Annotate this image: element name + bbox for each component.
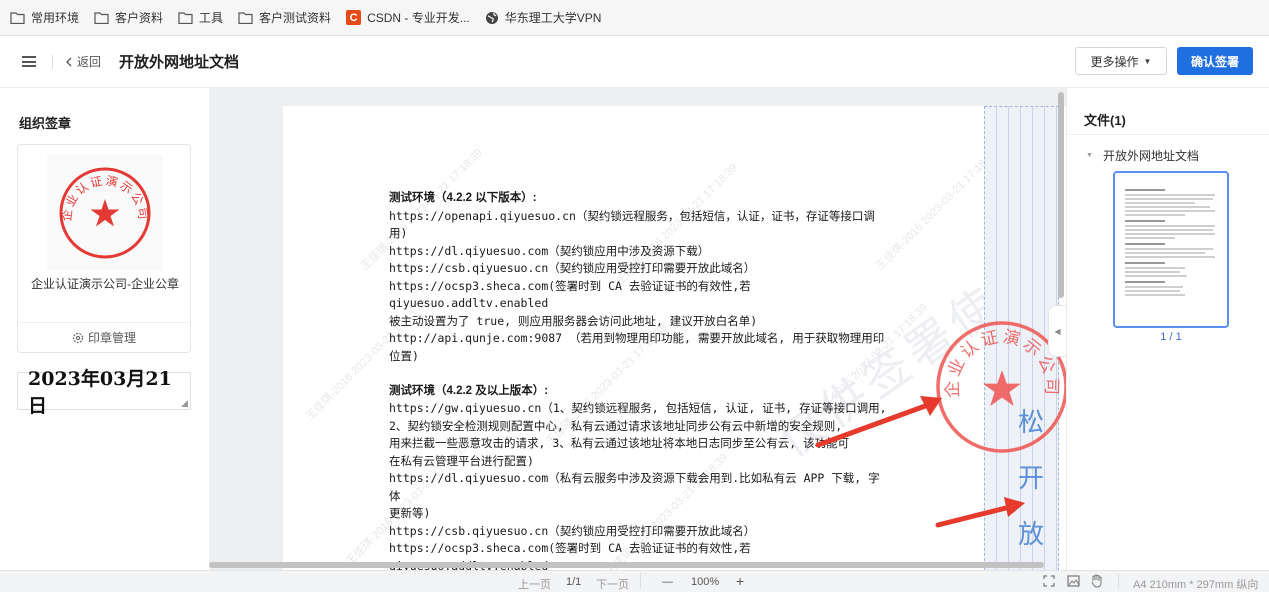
zoom-out-button[interactable]: — xyxy=(662,576,673,588)
seal-manage-label: 印章管理 xyxy=(87,331,136,345)
text-line: 2、契约锁安全检测规则配置中心, 私有云通过请求该地址同步公有云中新增的安全规则… xyxy=(389,418,843,433)
bookmark-label: 常用环境 xyxy=(31,11,80,25)
document-text: 测试环境（4.2.2 以下版本）: https://openapi.qiyuesu… xyxy=(389,190,889,570)
back-label: 返回 xyxy=(77,55,102,69)
text-line: 位置) xyxy=(389,348,419,363)
more-actions-button[interactable]: 更多操作 ▼ xyxy=(1075,47,1167,75)
page-size-label: A4 210mm * 297mm 纵向 xyxy=(1133,579,1259,591)
app-header: 返回 开放外网地址文档 更多操作 ▼ 确认签署 xyxy=(0,36,1269,88)
footer-divider xyxy=(1118,574,1119,588)
page-indicator: 1/1 xyxy=(566,576,582,588)
bookmark-label: 客户资料 xyxy=(115,11,164,25)
hand-icon[interactable] xyxy=(1090,574,1103,588)
section-heading: 测试环境（4.2.2 以下版本）: xyxy=(389,192,537,204)
more-actions-label: 更多操作 xyxy=(1090,54,1139,69)
zoom-level: 100% xyxy=(691,576,720,588)
seal-panel: 组织签章 企业认证演示公司 企业认证演示公司-企业公章 印章管理 2023年03… xyxy=(0,88,209,570)
text-line: https://csb.qiyuesuo.cn（契约锁应用受控打印需要开放此域名… xyxy=(389,523,756,538)
company-seal-icon: 企业认证演示公司 xyxy=(58,167,151,259)
file-name: 开放外网地址文档 xyxy=(1102,149,1199,163)
back-button[interactable]: 返回 xyxy=(65,53,101,70)
bookmark-item[interactable]: 客户测试资料 xyxy=(238,9,331,26)
collapse-right-panel-button[interactable]: ◀ xyxy=(1048,305,1066,357)
fullscreen-icon[interactable] xyxy=(1043,575,1055,587)
bookmark-item[interactable]: 客户资料 xyxy=(94,9,163,26)
caret-down-icon: ▼ xyxy=(1086,152,1093,159)
text-line: http://api.qunje.com:9087 （若用到物理用印功能, 需要… xyxy=(389,331,885,345)
image-icon[interactable] xyxy=(1067,575,1080,587)
seal-card[interactable]: 企业认证演示公司 企业认证演示公司-企业公章 印章管理 xyxy=(17,144,191,353)
riding-seal-char: 放 xyxy=(1018,520,1045,550)
file-item[interactable]: ▼ 开放外网地址文档 xyxy=(1086,147,1199,164)
section-heading: 测试环境（4.2.2 及以上版本）: xyxy=(389,384,549,397)
text-line: 用来拦截一些恶意攻击的请求, 3、私有云通过该地址将本地日志同步至公有云, 该功… xyxy=(389,436,850,450)
page-label: 1 / 1 xyxy=(1160,331,1182,343)
bookmark-item[interactable]: 工具 xyxy=(178,9,223,26)
riding-seal-char: 松 xyxy=(1018,408,1045,438)
confirm-sign-button[interactable]: 确认签署 xyxy=(1177,47,1253,75)
zoom-in-button[interactable]: + xyxy=(736,573,744,589)
bookmark-label: 工具 xyxy=(199,11,224,25)
horizontal-scrollbar[interactable] xyxy=(209,562,1044,568)
text-line: 用) xyxy=(389,226,408,240)
text-line: 在私有云管理平台进行配置) xyxy=(389,453,534,468)
date-value: 2023年03月21日 xyxy=(28,368,172,417)
folder-icon xyxy=(238,11,253,24)
bookmark-label: CSDN - 专业开发... xyxy=(367,11,470,25)
caret-down-icon: ▼ xyxy=(1143,56,1152,66)
chevron-left-icon: ◀ xyxy=(1054,326,1061,336)
globe-icon xyxy=(485,11,498,24)
text-line: 被主动设置为了 true, 则应用服务器会访问此地址, 建议开放白名单) xyxy=(389,313,758,328)
bookmarks-bar: 常用环境 客户资料 工具 客户测试资料 C CSDN - 专业开发... 华东理… xyxy=(0,0,1269,36)
bookmark-item[interactable]: 常用环境 xyxy=(10,9,79,26)
csdn-logo-icon: C xyxy=(346,10,362,25)
bookmark-item[interactable]: C CSDN - 专业开发... xyxy=(346,9,470,26)
text-line: 更新等) xyxy=(389,506,431,520)
footer-divider xyxy=(640,573,641,589)
riding-seal-char: 开 xyxy=(1018,464,1045,494)
header-divider xyxy=(52,54,53,69)
folder-icon xyxy=(178,11,193,24)
file-panel-title: 文件(1) xyxy=(1084,113,1126,128)
gear-icon xyxy=(72,332,84,343)
document-page[interactable]: 王佳琪-2016 2023-03-21 17:18:39 王佳琪-2016 20… xyxy=(283,106,1066,570)
viewer-toolbar: 上一页 1/1 下一页 — 100% + A4 210mm * 297mm 纵向 xyxy=(0,570,1269,592)
chevron-left-icon xyxy=(66,57,72,66)
date-stamp[interactable]: 2023年03月21日 xyxy=(17,368,191,417)
next-page-button[interactable]: 下一页 xyxy=(596,576,629,592)
text-line: https://openapi.qiyuesuo.cn（契约锁远程服务，包括短信… xyxy=(389,208,875,223)
seal-manage-button[interactable]: 印章管理 xyxy=(18,322,190,352)
document-canvas[interactable]: 王佳琪-2016 2023-03-21 17:18:39 王佳琪-2016 20… xyxy=(209,88,1066,570)
text-line: https://dl.qiyuesuo.com（契约锁应用中涉及资源下载） xyxy=(389,243,710,258)
resize-handle-icon[interactable] xyxy=(181,400,188,407)
watermark: 王佳琪-2016 2023-03-21 17:18:39 xyxy=(873,146,1000,273)
folder-icon xyxy=(94,11,109,24)
divider xyxy=(1067,134,1269,135)
text-line: https://dl.qiyuesuo.com（私有云服务中涉及资源下载会用到.… xyxy=(389,471,880,503)
seal-panel-title: 组织签章 xyxy=(19,116,72,131)
folder-icon xyxy=(10,11,25,24)
page-title: 开放外网地址文档 xyxy=(119,54,240,71)
menu-icon[interactable] xyxy=(22,56,36,67)
prev-page-button[interactable]: 上一页 xyxy=(518,576,551,592)
bookmark-item[interactable]: 华东理工大学VPN xyxy=(485,9,602,26)
text-line: https://gw.qiyuesuo.cn（1、契约锁远程服务, 包括短信, … xyxy=(389,401,887,415)
page-thumbnail[interactable] xyxy=(1113,171,1229,328)
vertical-scrollbar[interactable] xyxy=(1058,92,1064,298)
text-line: https://ocsp3.sheca.com(签署时到 CA 去验证证书的有效… xyxy=(389,278,751,311)
bookmark-label: 客户测试资料 xyxy=(259,11,332,25)
seal-name: 企业认证演示公司-企业公章 xyxy=(31,277,179,291)
text-line: https://csb.qiyuesuo.cn（契约锁应用受控打印需要开放此域名… xyxy=(389,261,756,275)
file-panel: 文件(1) ▼ 开放外网地址文档 1 / 1 xyxy=(1066,88,1269,570)
seal-image[interactable]: 企业认证演示公司 xyxy=(47,155,163,271)
bookmark-label: 华东理工大学VPN xyxy=(504,11,602,25)
